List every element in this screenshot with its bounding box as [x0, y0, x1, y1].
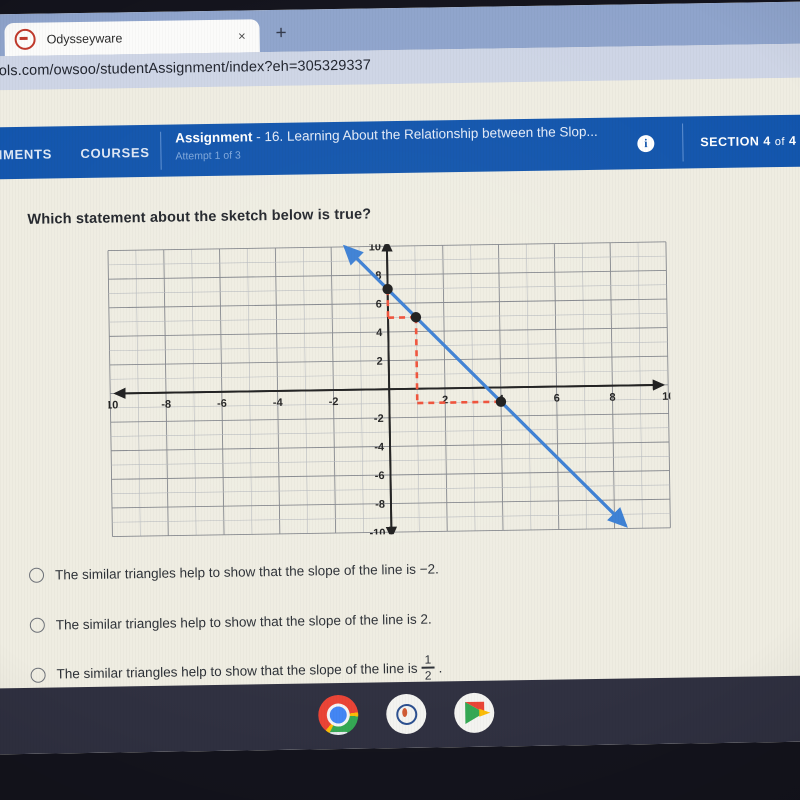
answer-option-1[interactable]: The similar triangles help to show that …: [29, 592, 550, 650]
x-tick-label: 6: [554, 393, 560, 405]
section-indicator: SECTION 4 of 4: [700, 134, 796, 150]
graph-svg: -10-8-6-4-2246810-10-8-6-4-2246810: [106, 239, 672, 539]
y-tick-label: -10: [369, 527, 385, 538]
y-tick-label: -4: [374, 441, 385, 453]
y-tick-label: 4: [376, 327, 383, 339]
radio-button-1[interactable]: [29, 617, 45, 633]
nav-item-courses[interactable]: COURSES: [80, 145, 149, 161]
y-tick-label: 2: [377, 356, 383, 368]
odysseyware-favicon-icon: [14, 28, 36, 51]
app-nav-bar: SIGNMENTS COURSES Assignment - 16. Learn…: [0, 114, 800, 180]
answer-text-1: The similar triangles help to show that …: [56, 611, 432, 632]
y-tick-label: -2: [374, 413, 384, 425]
answer-text-main-0: The similar triangles help to show that …: [54, 560, 439, 582]
page-title: Which statement about the sketch below i…: [27, 206, 372, 228]
nav-item-assignments[interactable]: SIGNMENTS: [0, 146, 52, 162]
x-tick-label: 2: [442, 394, 448, 406]
system-shelf: [0, 675, 800, 755]
url-text[interactable]: chools.com/owsoo/studentAssignment/index…: [0, 57, 371, 79]
new-tab-button[interactable]: +: [275, 23, 286, 45]
answer-text-suffix-2: .: [438, 660, 443, 676]
x-tick-label: -6: [217, 398, 227, 410]
y-tick-label: -8: [375, 499, 385, 511]
photo-background: x Odysseyware × + chools.com/owsoo/stude…: [0, 0, 800, 800]
attempt-label: Attempt 1 of 3: [175, 149, 241, 163]
y-tick-label: 10: [369, 241, 381, 253]
info-icon[interactable]: i: [637, 134, 655, 153]
x-tick-label: 8: [609, 392, 615, 404]
assignment-label: Assignment: [175, 129, 253, 146]
answer-text-main-2: The similar triangles help to show that …: [56, 661, 418, 682]
active-app-indicator: [329, 731, 348, 736]
odysseyware-icon[interactable]: [385, 693, 427, 735]
y-tick-label: 6: [376, 298, 382, 310]
chrome-icon[interactable]: [317, 694, 359, 736]
play-triangle-glyph: [464, 701, 484, 725]
close-icon[interactable]: ×: [238, 28, 246, 43]
answer-text-main-1: The similar triangles help to show that …: [55, 611, 432, 632]
assignment-heading: Assignment - 16. Learning About the Rela…: [175, 124, 598, 146]
x-tick-label: -4: [273, 397, 284, 409]
x-tick-label: -2: [329, 396, 339, 408]
x-tick-label: -8: [161, 399, 171, 411]
fraction-numerator-2: 1: [424, 652, 432, 667]
tab-title: Odysseyware: [46, 30, 123, 47]
coordinate-graph: -10-8-6-4-2246810-10-8-6-4-2246810: [106, 239, 672, 539]
x-tick-label: 10: [662, 391, 672, 403]
assignment-info-block: Assignment - 16. Learning About the Rela…: [175, 124, 598, 163]
fraction-denominator-2: 2: [424, 668, 432, 683]
section-number: SECTION 4: [700, 134, 771, 150]
shelf-icon-row: [317, 692, 495, 736]
fraction-2: 12: [421, 652, 435, 683]
section-total: 4: [788, 133, 797, 148]
nav-divider-left: [160, 131, 162, 170]
answer-text-0: The similar triangles help to show that …: [55, 561, 439, 582]
radio-button-2[interactable]: [30, 667, 46, 683]
page-content: SIGNMENTS COURSES Assignment - 16. Learn…: [0, 77, 800, 755]
screen-area: x Odysseyware × + chools.com/owsoo/stude…: [0, 1, 800, 755]
section-of-word: of: [774, 135, 786, 149]
y-tick-label: -6: [375, 470, 385, 482]
x-tick-label: -10: [106, 399, 119, 411]
odysseyware-glyph: [395, 703, 417, 725]
answer-option-0[interactable]: The similar triangles help to show that …: [28, 542, 550, 600]
radio-button-0[interactable]: [28, 567, 45, 583]
nav-divider-right: [682, 123, 684, 162]
browser-tab-odysseyware[interactable]: Odysseyware ×: [4, 19, 260, 57]
play-store-icon[interactable]: [453, 692, 495, 734]
assignment-title: - 16. Learning About the Relationship be…: [256, 123, 598, 145]
